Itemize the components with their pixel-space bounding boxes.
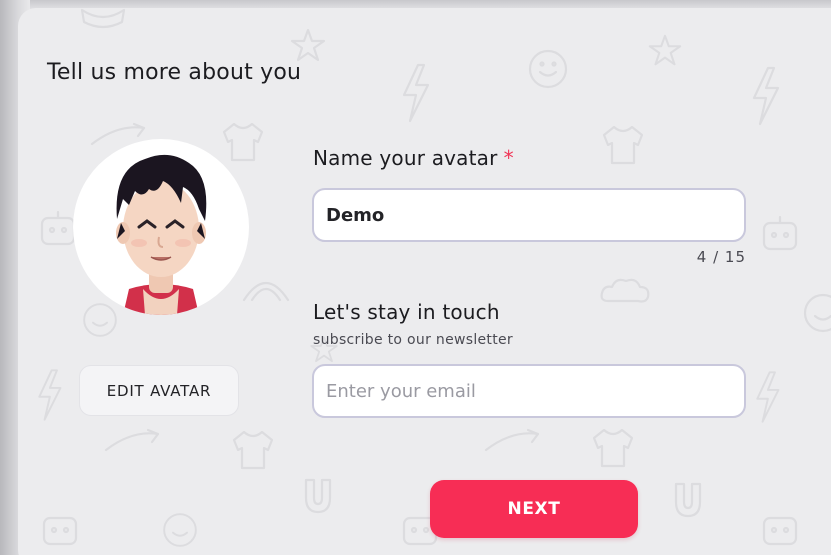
- lightning-doodle-icon: [752, 66, 780, 126]
- required-marker: *: [503, 146, 514, 170]
- lightning-doodle-icon: [756, 371, 780, 423]
- sweater-doodle-icon: [232, 430, 274, 470]
- robot-doodle-icon: [762, 215, 798, 251]
- avatar: [73, 139, 249, 315]
- smiley-doodle-icon: [803, 293, 831, 333]
- star-doodle-icon: [648, 34, 682, 66]
- next-button[interactable]: NEXT: [430, 480, 638, 538]
- newsletter-subtitle: subscribe to our newsletter: [313, 332, 513, 348]
- mask-doodle-icon: [80, 8, 126, 29]
- cloud-doodle-icon: [600, 278, 650, 303]
- avatar-portrait-icon: [116, 154, 207, 315]
- lightning-doodle-icon: [38, 369, 62, 421]
- character-counter: 4 / 15: [696, 248, 746, 266]
- name-avatar-label-text: Name your avatar: [313, 146, 498, 170]
- stay-in-touch-heading: Let's stay in touch: [313, 300, 500, 324]
- name-avatar-label: Name your avatar *: [313, 146, 514, 170]
- magnet-doodle-icon: [674, 482, 702, 518]
- smiley-doodle-icon: [528, 49, 568, 89]
- arrow-doodle-icon: [484, 428, 540, 452]
- robot-doodle-icon: [762, 516, 798, 546]
- robot-doodle-icon: [42, 516, 78, 546]
- arrow-doodle-icon: [104, 428, 160, 452]
- smiley-doodle-icon: [163, 513, 197, 547]
- profile-card: Tell us more about you EDIT AVATAR Name …: [18, 8, 831, 555]
- magnet-doodle-icon: [304, 478, 332, 514]
- avatar-name-input[interactable]: [312, 188, 746, 242]
- sweater-doodle-icon: [592, 428, 634, 468]
- lightning-doodle-icon: [402, 63, 430, 123]
- sweater-doodle-icon: [602, 125, 644, 165]
- email-input[interactable]: [312, 364, 746, 418]
- page-title: Tell us more about you: [47, 60, 302, 85]
- edit-avatar-button[interactable]: EDIT AVATAR: [79, 365, 239, 416]
